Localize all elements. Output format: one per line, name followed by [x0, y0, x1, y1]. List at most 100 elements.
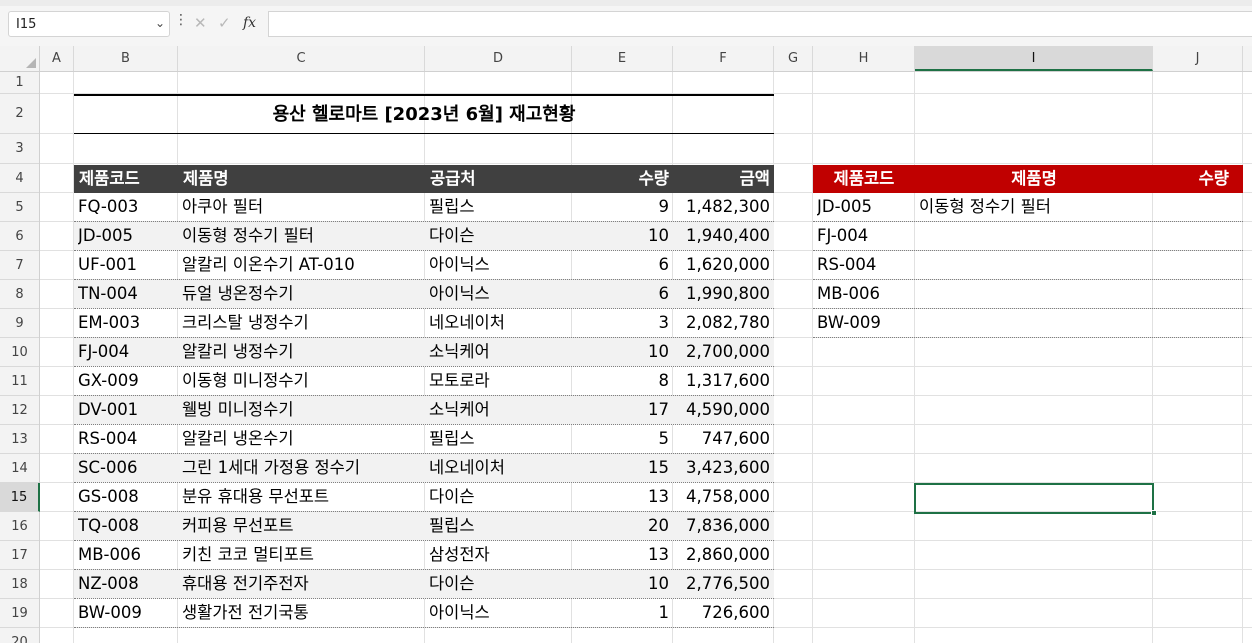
- table-cell[interactable]: 생활가전 전기국통: [182, 598, 425, 627]
- table-cell[interactable]: 6: [572, 279, 670, 308]
- lookup-header-cell[interactable]: 제품코드: [813, 165, 915, 193]
- table-cell[interactable]: BW-009: [78, 598, 178, 627]
- table-cell[interactable]: 726,600: [673, 598, 770, 627]
- table-cell[interactable]: 2,082,780: [673, 308, 770, 337]
- row-header-10[interactable]: 10: [0, 338, 39, 367]
- row-header-15[interactable]: 15: [0, 483, 40, 512]
- lookup-cell[interactable]: [1157, 192, 1243, 221]
- table-cell[interactable]: 네오네이처: [429, 308, 572, 337]
- row-header-13[interactable]: 13: [0, 425, 39, 454]
- table-cell[interactable]: 키친 코코 멀티포트: [182, 540, 425, 569]
- table-cell[interactable]: 다이슨: [429, 482, 572, 511]
- row-header-7[interactable]: 7: [0, 251, 39, 280]
- table-cell[interactable]: 필립스: [429, 424, 572, 453]
- insert-function-icon[interactable]: fx: [243, 15, 256, 31]
- row-header-18[interactable]: 18: [0, 570, 39, 599]
- row-header-4[interactable]: 4: [0, 164, 39, 193]
- table-cell[interactable]: EM-003: [78, 308, 178, 337]
- table-cell[interactable]: NZ-008: [78, 569, 178, 598]
- lookup-cell[interactable]: [1157, 308, 1243, 337]
- row-header-20[interactable]: 20: [0, 628, 39, 643]
- row-header-8[interactable]: 8: [0, 280, 39, 309]
- table-cell[interactable]: 9: [572, 192, 670, 221]
- table-cell[interactable]: FJ-004: [78, 337, 178, 366]
- table-cell[interactable]: GX-009: [78, 366, 178, 395]
- main-header-cell[interactable]: 제품코드: [79, 165, 178, 193]
- selected-cell[interactable]: [914, 483, 1154, 514]
- row-header-11[interactable]: 11: [0, 367, 39, 396]
- name-box[interactable]: I15 ⌄: [8, 11, 170, 37]
- main-header-cell[interactable]: 금액: [673, 165, 770, 193]
- table-cell[interactable]: 알칼리 이온수기 AT-010: [182, 250, 425, 279]
- table-cell[interactable]: 이동형 미니정수기: [182, 366, 425, 395]
- column-header-f[interactable]: F: [673, 46, 774, 71]
- table-cell[interactable]: 1: [572, 598, 670, 627]
- table-cell[interactable]: 10: [572, 569, 669, 598]
- row-header-2[interactable]: 2: [0, 94, 39, 134]
- lookup-cell[interactable]: 이동형 정수기 필터: [919, 192, 1153, 221]
- table-cell[interactable]: 747,600: [673, 424, 770, 453]
- column-header-e[interactable]: E: [572, 46, 673, 71]
- main-header-cell[interactable]: 제품명: [183, 165, 425, 193]
- lookup-cell[interactable]: FJ-004: [817, 221, 915, 250]
- cancel-icon[interactable]: ✕: [194, 14, 207, 32]
- column-header-a[interactable]: A: [40, 46, 74, 71]
- column-header-g[interactable]: G: [774, 46, 813, 71]
- fill-handle[interactable]: [1151, 510, 1157, 516]
- table-cell[interactable]: 소닉케어: [429, 395, 572, 424]
- table-cell[interactable]: DV-001: [78, 395, 178, 424]
- table-cell[interactable]: RS-004: [78, 424, 178, 453]
- lookup-cell[interactable]: [919, 250, 1153, 279]
- lookup-cell[interactable]: [919, 221, 1153, 250]
- table-cell[interactable]: 휴대용 전기주전자: [182, 569, 425, 598]
- lookup-cell[interactable]: [919, 279, 1153, 308]
- main-header-cell[interactable]: 공급처: [430, 165, 572, 193]
- table-cell[interactable]: JD-005: [78, 221, 178, 250]
- table-cell[interactable]: MB-006: [78, 540, 178, 569]
- table-cell[interactable]: 아이닉스: [429, 598, 572, 627]
- lookup-cell[interactable]: [1157, 221, 1243, 250]
- table-cell[interactable]: 13: [572, 482, 669, 511]
- column-header-h[interactable]: H: [813, 46, 915, 71]
- enter-icon[interactable]: ✓: [218, 14, 231, 32]
- table-cell[interactable]: 8: [572, 366, 670, 395]
- row-header-5[interactable]: 5: [0, 193, 39, 222]
- table-cell[interactable]: 15: [572, 453, 669, 482]
- table-cell[interactable]: 2,776,500: [673, 569, 770, 598]
- table-cell[interactable]: 삼성전자: [429, 540, 572, 569]
- table-cell[interactable]: 아쿠아 필터: [182, 192, 425, 221]
- table-cell[interactable]: 알칼리 냉온수기: [182, 424, 425, 453]
- table-cell[interactable]: 1,620,000: [673, 250, 770, 279]
- chevron-down-icon[interactable]: ⌄: [155, 16, 165, 30]
- row-header-3[interactable]: 3: [0, 134, 39, 164]
- table-cell[interactable]: 웰빙 미니정수기: [182, 395, 425, 424]
- sheet-title[interactable]: 용산 헬로마트 [2023년 6월] 재고현황: [74, 96, 774, 133]
- row-header-12[interactable]: 12: [0, 396, 39, 425]
- table-cell[interactable]: 분유 휴대용 무선포트: [182, 482, 425, 511]
- table-cell[interactable]: GS-008: [78, 482, 178, 511]
- table-cell[interactable]: 필립스: [429, 511, 572, 540]
- select-all-button[interactable]: [0, 46, 40, 72]
- row-header-9[interactable]: 9: [0, 309, 39, 338]
- table-cell[interactable]: 2,860,000: [673, 540, 770, 569]
- table-cell[interactable]: UF-001: [78, 250, 178, 279]
- column-header-d[interactable]: D: [425, 46, 572, 71]
- table-cell[interactable]: 알칼리 냉정수기: [182, 337, 425, 366]
- table-cell[interactable]: 4,590,000: [673, 395, 770, 424]
- table-cell[interactable]: 10: [572, 221, 669, 250]
- column-header-i[interactable]: I: [915, 46, 1153, 71]
- table-cell[interactable]: 1,940,400: [673, 221, 770, 250]
- lookup-cell[interactable]: RS-004: [817, 250, 915, 279]
- row-header-1[interactable]: 1: [0, 72, 39, 94]
- table-cell[interactable]: 크리스탈 냉정수기: [182, 308, 425, 337]
- table-cell[interactable]: 1,990,800: [673, 279, 770, 308]
- row-header-19[interactable]: 19: [0, 599, 39, 628]
- column-header-b[interactable]: B: [74, 46, 178, 71]
- table-cell[interactable]: 10: [572, 337, 669, 366]
- lookup-cell[interactable]: JD-005: [817, 192, 915, 221]
- table-cell[interactable]: 2,700,000: [673, 337, 770, 366]
- table-cell[interactable]: 3: [572, 308, 670, 337]
- lookup-cell[interactable]: [1157, 250, 1243, 279]
- table-cell[interactable]: 듀얼 냉온정수기: [182, 279, 425, 308]
- table-cell[interactable]: 다이슨: [429, 221, 572, 250]
